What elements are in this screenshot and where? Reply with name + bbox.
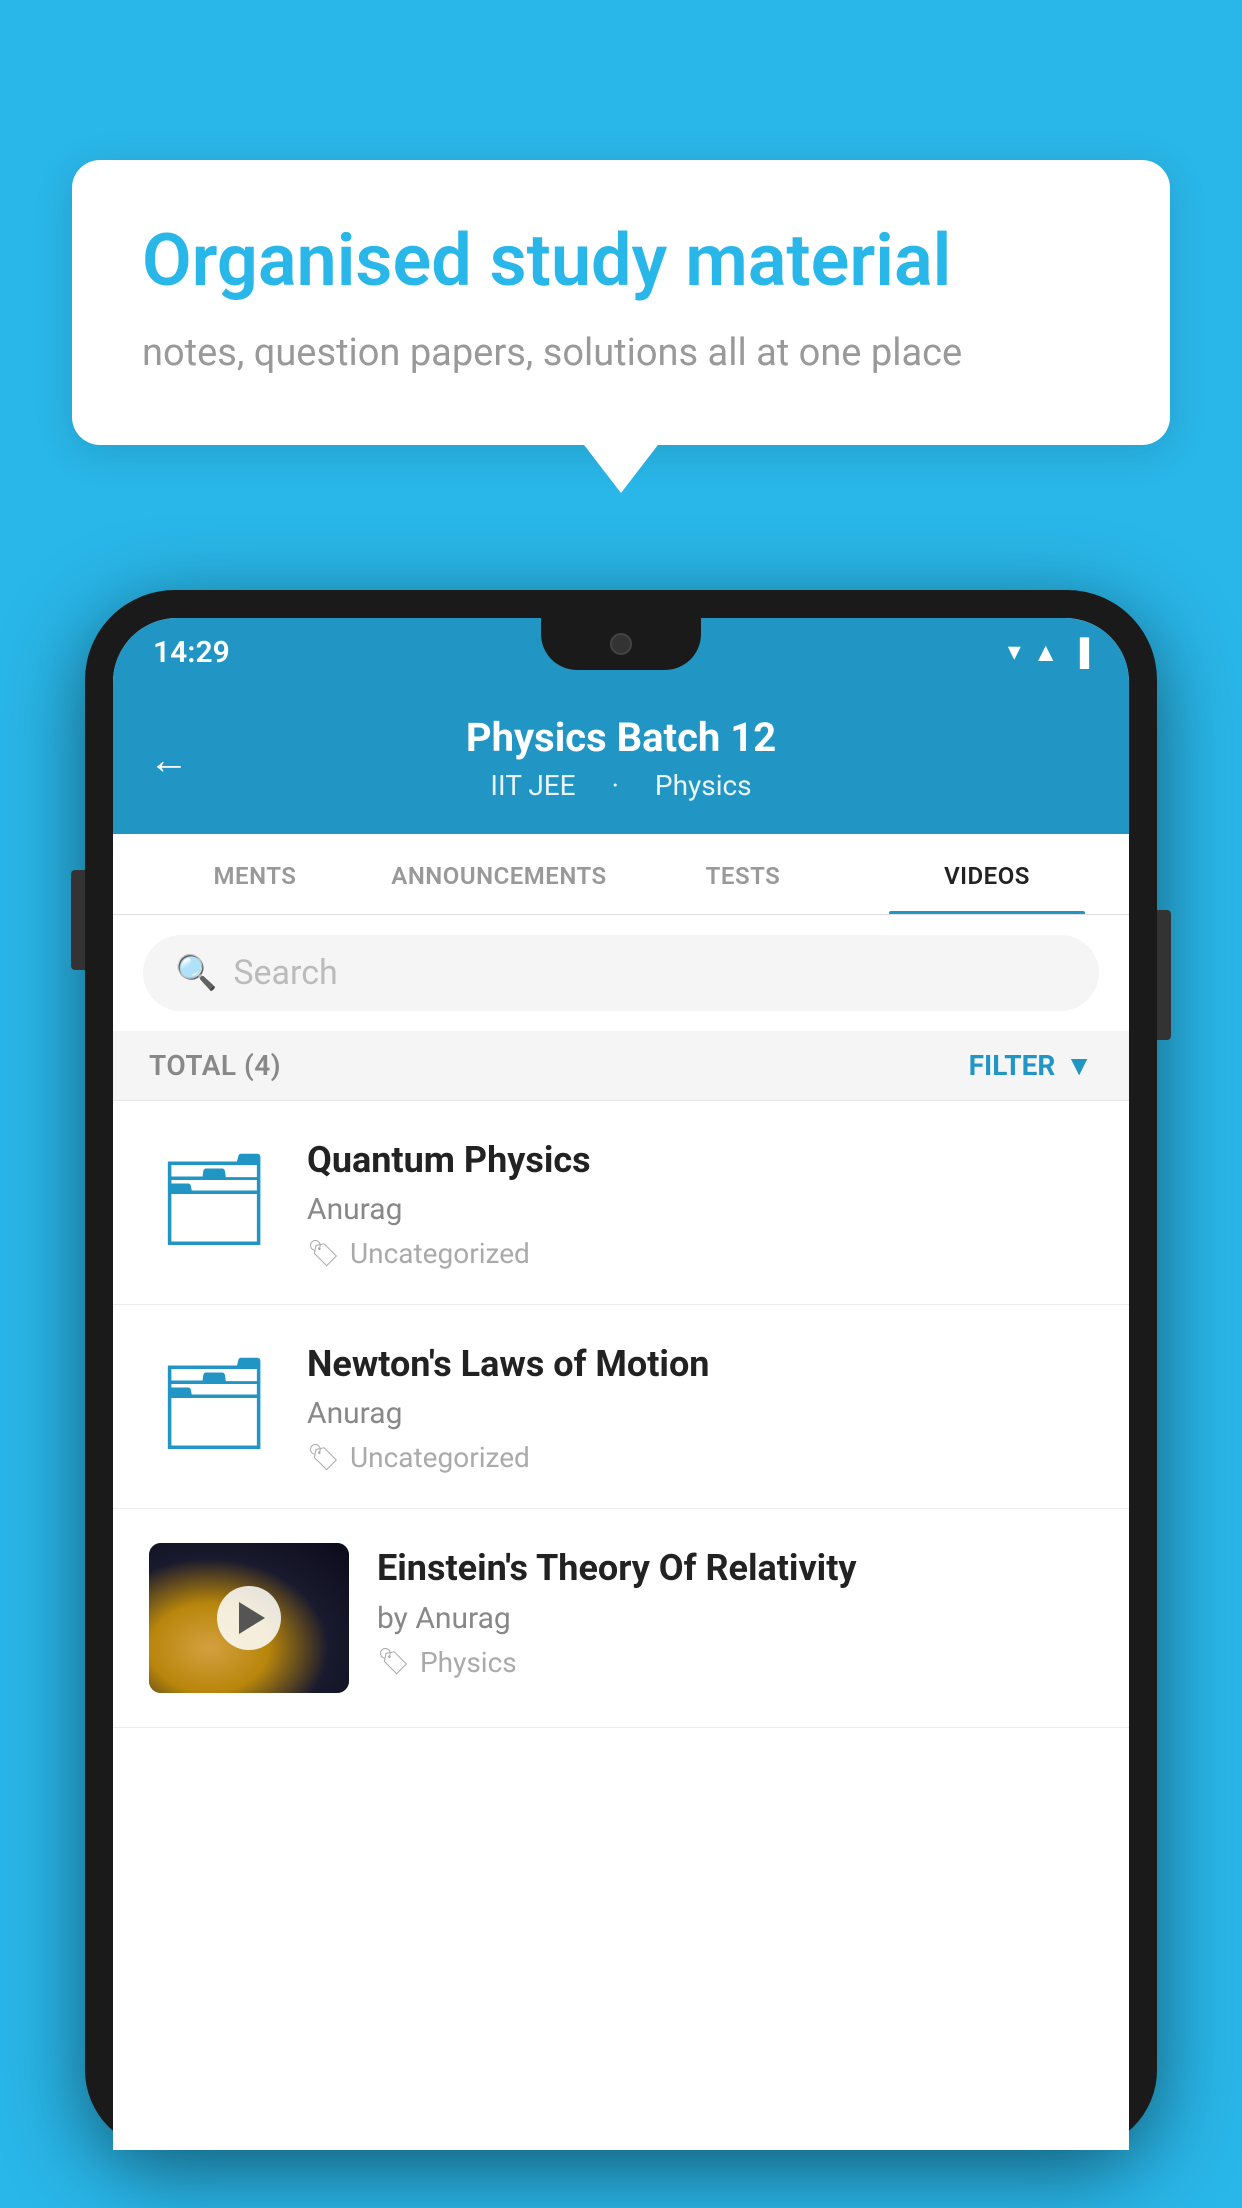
tag-icon: 🏷 <box>307 1239 340 1269</box>
bubble-title: Organised study material <box>142 220 1100 303</box>
tag-icon: 🏷 <box>307 1443 340 1473</box>
tab-announcements[interactable]: ANNOUNCEMENTS <box>377 834 621 914</box>
search-icon: 🔍 <box>175 953 217 993</box>
header-physics: Physics <box>647 769 760 802</box>
folder-icon: 🗂 <box>157 1359 271 1449</box>
wifi-icon: ▾ <box>1008 637 1021 667</box>
video-tag: 🏷 Uncategorized <box>307 1237 1093 1270</box>
status-bar: 14:29 ▾ ▲ ▐ <box>113 618 1129 686</box>
video-info: Einstein's Theory Of Relativity by Anura… <box>377 1543 1093 1678</box>
phone-outer: 14:29 ▾ ▲ ▐ ← Physics Batch 12 IIT JEE ·… <box>85 590 1157 2150</box>
app-header: ← Physics Batch 12 IIT JEE · Physics <box>113 686 1129 834</box>
bubble-subtitle: notes, question papers, solutions all at… <box>142 331 1100 375</box>
header-separator: · <box>604 769 627 802</box>
status-icons: ▾ ▲ ▐ <box>1008 637 1089 668</box>
video-author: Anurag <box>307 1192 1093 1227</box>
filter-button[interactable]: FILTER ▼ <box>969 1049 1093 1082</box>
tab-videos[interactable]: VIDEOS <box>865 834 1109 914</box>
back-button[interactable]: ← <box>149 737 189 784</box>
tag-label: Uncategorized <box>350 1441 530 1474</box>
header-title: Physics Batch 12 <box>153 714 1089 761</box>
search-input[interactable]: Search <box>233 953 337 993</box>
notch <box>541 618 701 670</box>
video-title: Quantum Physics <box>307 1139 1093 1182</box>
tag-label: Physics <box>420 1646 517 1679</box>
video-tag: 🏷 Physics <box>377 1646 1093 1679</box>
search-bar[interactable]: 🔍 Search <box>143 935 1099 1011</box>
phone-inner: 14:29 ▾ ▲ ▐ ← Physics Batch 12 IIT JEE ·… <box>113 618 1129 2150</box>
list-item[interactable]: 🗂 Quantum Physics Anurag 🏷 Uncategorized <box>113 1101 1129 1305</box>
header-subtitle: IIT JEE · Physics <box>153 769 1089 802</box>
play-icon <box>239 1602 265 1634</box>
list-item[interactable]: Einstein's Theory Of Relativity by Anura… <box>113 1509 1129 1728</box>
video-title: Newton's Laws of Motion <box>307 1343 1093 1386</box>
phone-mockup: 14:29 ▾ ▲ ▐ ← Physics Batch 12 IIT JEE ·… <box>85 590 1157 2208</box>
status-time: 14:29 <box>153 635 230 670</box>
tag-icon: 🏷 <box>377 1647 410 1677</box>
filter-icon: ▼ <box>1065 1049 1093 1082</box>
video-tag: 🏷 Uncategorized <box>307 1441 1093 1474</box>
video-info: Quantum Physics Anurag 🏷 Uncategorized <box>307 1135 1093 1270</box>
video-author: Anurag <box>307 1396 1093 1431</box>
camera <box>610 633 632 655</box>
total-count: TOTAL (4) <box>149 1049 281 1082</box>
tab-ments[interactable]: MENTS <box>133 834 377 914</box>
speech-bubble: Organised study material notes, question… <box>72 160 1170 445</box>
tab-bar: MENTS ANNOUNCEMENTS TESTS VIDEOS <box>113 834 1129 915</box>
filter-row: TOTAL (4) FILTER ▼ <box>113 1031 1129 1101</box>
video-author: by Anurag <box>377 1601 1093 1636</box>
video-list: 🗂 Quantum Physics Anurag 🏷 Uncategorized <box>113 1101 1129 1728</box>
tab-tests[interactable]: TESTS <box>621 834 865 914</box>
folder-thumbnail: 🗂 <box>149 1135 279 1265</box>
tag-label: Uncategorized <box>350 1237 530 1270</box>
video-thumbnail <box>149 1543 349 1693</box>
battery-icon: ▐ <box>1071 637 1089 668</box>
video-title: Einstein's Theory Of Relativity <box>377 1547 1093 1590</box>
folder-icon: 🗂 <box>157 1155 271 1245</box>
list-item[interactable]: 🗂 Newton's Laws of Motion Anurag 🏷 Uncat… <box>113 1305 1129 1509</box>
search-container: 🔍 Search <box>113 915 1129 1031</box>
header-iit-jee: IIT JEE <box>482 769 583 802</box>
signal-icon: ▲ <box>1033 637 1059 668</box>
folder-thumbnail: 🗂 <box>149 1339 279 1469</box>
video-info: Newton's Laws of Motion Anurag 🏷 Uncateg… <box>307 1339 1093 1474</box>
filter-label: FILTER <box>969 1049 1056 1082</box>
play-button[interactable] <box>217 1586 281 1650</box>
